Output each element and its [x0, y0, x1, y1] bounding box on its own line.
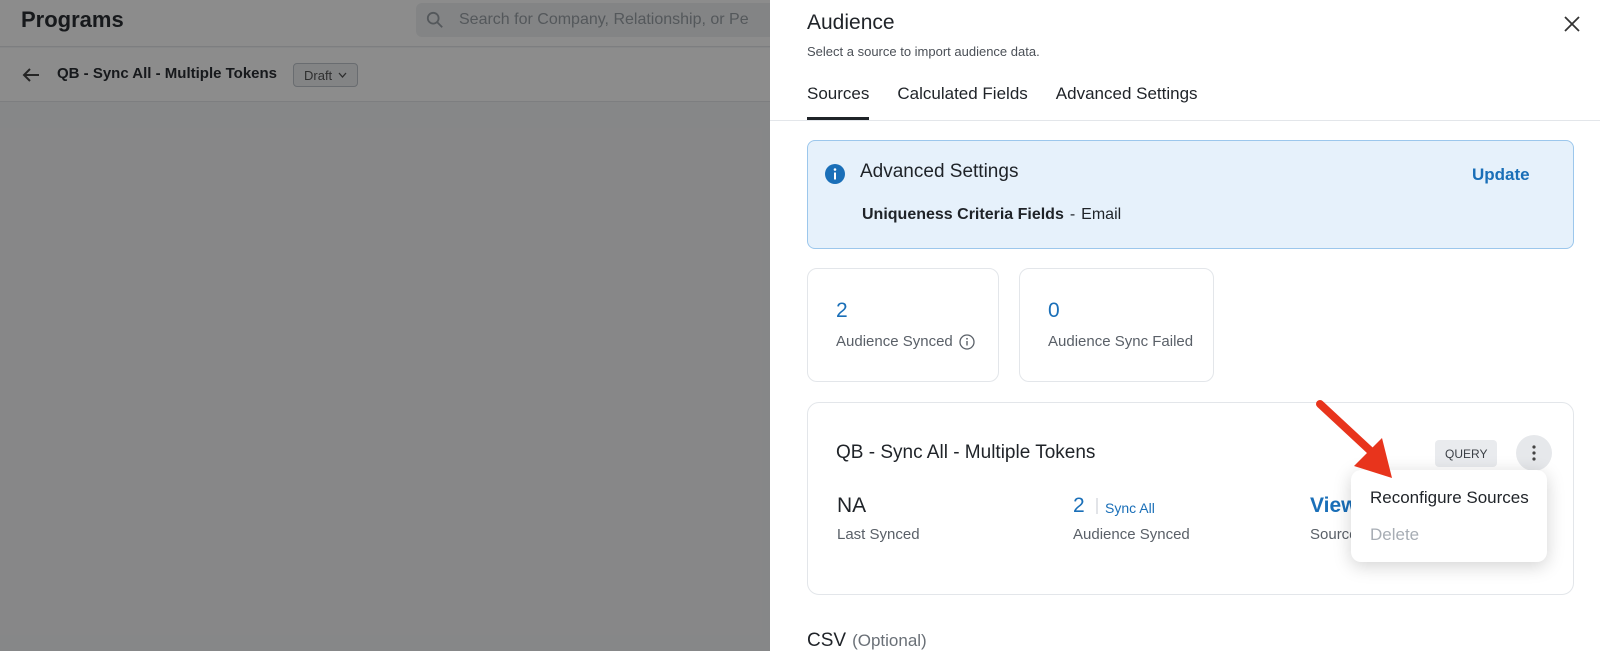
- drawer-subtitle: Select a source to import audience data.: [807, 44, 1040, 59]
- criteria-label: Uniqueness Criteria Fields: [862, 206, 1064, 223]
- source-type-badge: QUERY: [1435, 440, 1498, 467]
- more-options-button[interactable]: [1516, 435, 1552, 471]
- stat-label-text: Audience Synced: [836, 333, 953, 350]
- tab-bar: Sources Calculated Fields Advanced Setti…: [807, 84, 1198, 120]
- csv-title: CSV: [807, 630, 847, 651]
- advanced-settings-title: Advanced Settings: [860, 161, 1019, 182]
- separator-divider: [1096, 498, 1098, 514]
- source-name: QB - Sync All - Multiple Tokens: [836, 442, 1096, 463]
- stat-value: 2: [836, 299, 848, 322]
- close-icon[interactable]: [1562, 14, 1582, 34]
- info-icon: [825, 164, 845, 184]
- last-synced-label: Last Synced: [837, 526, 920, 543]
- update-button[interactable]: Update: [1472, 165, 1530, 185]
- stat-card-audience-synced: 2 Audience Synced: [807, 268, 999, 382]
- divider: [770, 120, 1600, 121]
- drawer-title: Audience: [807, 11, 895, 34]
- audience-synced-label: Audience Synced: [1073, 526, 1190, 543]
- stat-label: Audience Synced: [836, 333, 975, 350]
- stat-label-text: Audience Sync Failed: [1048, 333, 1194, 350]
- stat-label: Audience Sync Failed: [1048, 333, 1193, 350]
- audience-synced-value: 2: [1073, 494, 1085, 517]
- menu-item-delete: Delete: [1370, 525, 1420, 544]
- tab-advanced-settings[interactable]: Advanced Settings: [1056, 84, 1198, 120]
- stat-value: 0: [1048, 299, 1060, 322]
- tab-calculated-fields[interactable]: Calculated Fields: [897, 84, 1027, 120]
- csv-section-header: CSV (Optional): [807, 630, 927, 651]
- csv-optional-label: (Optional): [852, 631, 927, 650]
- uniqueness-criteria: Uniqueness Criteria Fields - Email: [862, 206, 1121, 224]
- criteria-value: Email: [1081, 206, 1122, 223]
- tab-sources[interactable]: Sources: [807, 84, 870, 120]
- source-options-menu: Reconfigure Sources Delete: [1351, 470, 1547, 562]
- annotation-arrow-icon: [1316, 400, 1392, 478]
- advanced-settings-card: Advanced Settings Update Uniqueness Crit…: [807, 140, 1574, 249]
- info-outline-icon[interactable]: [959, 333, 975, 350]
- sync-all-link[interactable]: Sync All: [1105, 500, 1155, 516]
- menu-item-reconfigure-sources[interactable]: Reconfigure Sources: [1370, 488, 1529, 508]
- stat-card-audience-sync-failed: 0 Audience Sync Failed: [1019, 268, 1214, 382]
- kebab-menu-icon: [1532, 445, 1536, 461]
- criteria-separator: -: [1069, 206, 1076, 223]
- last-synced-value: NA: [837, 494, 867, 517]
